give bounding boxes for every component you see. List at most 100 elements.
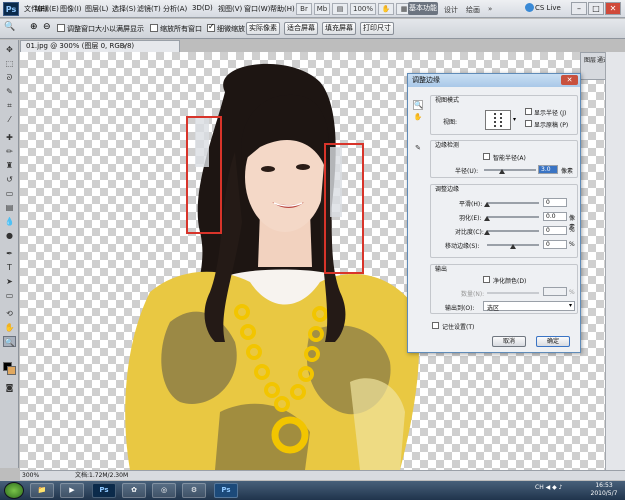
start-button[interactable] [4,482,24,499]
explorer-icon[interactable]: 📁 [30,483,54,498]
radius-slider[interactable] [484,169,536,171]
cs-live-button[interactable]: CS Live [535,4,561,12]
smooth-input[interactable]: 0 [543,198,567,207]
lasso-tool-icon[interactable]: ᘐ [3,72,16,83]
amount-slider[interactable] [487,292,539,294]
fit-screen-button[interactable]: 适合屏幕 [284,22,318,35]
close-button[interactable]: ✕ [605,2,621,15]
amount-input[interactable] [543,287,567,296]
3d-rotate-tool-icon[interactable]: ⟲ [3,308,16,319]
type-tool-icon[interactable]: T [3,262,16,273]
menu-layer[interactable]: 图层(L) [85,4,108,14]
vertical-scrollbar[interactable] [605,52,625,470]
quick-select-tool-icon[interactable]: ✎ [3,86,16,97]
zoom-tool-icon-active[interactable]: 🔍 [3,336,16,347]
gradient-tool-icon[interactable]: ▤ [3,202,16,213]
eraser-tool-icon[interactable]: ▭ [3,188,16,199]
healing-tool-icon[interactable]: ✚ [3,132,16,143]
zoom-out-icon[interactable]: ⊖ [43,22,51,32]
path-select-tool-icon[interactable]: ➤ [3,276,16,287]
stamp-tool-icon[interactable]: ♜ [3,160,16,171]
dialog-close-button[interactable]: ✕ [561,75,578,85]
scrubby-zoom-checkbox[interactable]: ✓ [207,22,215,32]
feather-slider-knob[interactable] [484,216,490,221]
bridge-icon[interactable]: Br [296,3,312,15]
marquee-tool-icon[interactable]: ⬚ [3,58,16,69]
tab-layers[interactable]: 图层 [584,55,596,64]
decontaminate-checkbox[interactable] [483,276,490,283]
view-mode-dropdown-icon[interactable]: ▾ [513,116,516,123]
hand-tool-small-icon[interactable]: ✋ [413,113,423,123]
maximize-button[interactable]: □ [588,2,604,15]
menu-image[interactable]: 图像(I) [60,4,82,14]
crop-tool-icon[interactable]: ⌗ [3,100,16,111]
clock[interactable]: 16:53 2010/5/7 [585,482,623,499]
menu-window[interactable]: 窗口(W) [244,4,270,14]
zoom-level-select[interactable]: 100% [350,3,376,15]
menu-analysis[interactable]: 分析(A) [163,4,187,14]
remember-settings-checkbox[interactable] [432,322,439,329]
shift-edge-slider-knob[interactable] [510,244,516,249]
zoom-tool-small-icon[interactable]: 🔍 [413,100,423,110]
zoom-all-checkbox[interactable] [150,24,158,32]
extras-icon[interactable]: ▤ [332,3,348,15]
menu-help[interactable]: 帮助(H) [270,4,295,14]
feather-input[interactable]: 0.0 [543,212,567,221]
show-original-checkbox[interactable] [525,120,532,127]
history-brush-icon[interactable]: ↺ [3,174,16,185]
chrome-icon[interactable]: ◎ [152,483,176,498]
smooth-slider-knob[interactable] [484,202,490,207]
hand-icon[interactable]: ✋ [378,3,394,15]
app-icon-flower[interactable]: ✿ [122,483,146,498]
pen-tool-icon[interactable]: ✒ [3,248,16,259]
media-player-icon[interactable]: ▶ [60,483,84,498]
app-icon-gear[interactable]: ⚙ [182,483,206,498]
fill-screen-button[interactable]: 填充屏幕 [322,22,356,35]
system-tray[interactable]: CH ◀ ◆ ♪ [535,484,583,496]
menu-3d[interactable]: 3D(D) [192,4,213,12]
contrast-slider-knob[interactable] [484,230,490,235]
photoshop-taskbar-icon[interactable]: Ps [92,483,116,498]
workspace-painting[interactable]: 绘画 [466,5,480,15]
shift-edge-input[interactable]: 0 [543,240,567,249]
menu-filter[interactable]: 滤镜(T) [137,4,161,14]
blur-tool-icon[interactable]: 💧 [3,216,16,227]
mini-bridge-icon[interactable]: Mb [314,3,330,15]
zoom-in-icon[interactable]: ⊕ [30,22,38,32]
radius-input[interactable]: 3.0 [538,165,558,174]
actual-pixels-button[interactable]: 实际像素 [246,22,280,35]
show-radius-checkbox[interactable] [525,108,532,115]
resize-windows-checkbox[interactable] [57,24,65,32]
workspace-design[interactable]: 设计 [444,5,458,15]
quick-mask-icon[interactable]: ◙ [3,382,16,393]
brush-tool-icon[interactable]: ✏ [3,146,16,157]
cancel-button[interactable]: 取消 [492,336,526,347]
background-color-swatch[interactable] [7,366,16,375]
dodge-tool-icon[interactable]: ● [3,230,16,241]
shape-tool-icon[interactable]: ▭ [3,290,16,301]
zoom-tool-icon[interactable]: 🔍 [4,22,15,32]
menu-edit[interactable]: 编辑(E) [35,4,59,14]
zoom-readout[interactable]: 300% [22,471,39,480]
ok-button[interactable]: 确定 [536,336,570,347]
contrast-input[interactable]: 0 [543,226,567,235]
move-tool-icon[interactable]: ✥ [3,44,16,55]
smart-radius-checkbox[interactable] [483,153,490,160]
workspace-essentials[interactable]: 基本功能 [408,2,438,15]
hand-tool-icon[interactable]: ✋ [3,322,16,333]
smooth-slider[interactable] [487,202,539,204]
refine-radius-tool-icon[interactable]: ✎ [413,144,423,154]
view-mode-thumbnail[interactable] [485,110,511,130]
dialog-title-bar[interactable]: 调整边缘 [408,74,580,87]
output-to-select[interactable]: 选区 ▾ [483,301,575,312]
menu-view[interactable]: 视图(V) [218,4,242,14]
contrast-slider[interactable] [487,230,539,232]
print-size-button[interactable]: 打印尺寸 [360,22,394,35]
feather-slider[interactable] [487,216,539,218]
document-tab[interactable]: 01.jpg @ 300% (图层 0, RGB/8) ✕ [20,40,180,52]
photoshop-active-taskbar-icon[interactable]: Ps [214,483,238,498]
eyedropper-tool-icon[interactable]: ⁄ [3,114,16,125]
menu-select[interactable]: 选择(S) [112,4,136,14]
radius-slider-knob[interactable] [499,169,506,174]
workspace-more[interactable]: » [488,5,492,13]
